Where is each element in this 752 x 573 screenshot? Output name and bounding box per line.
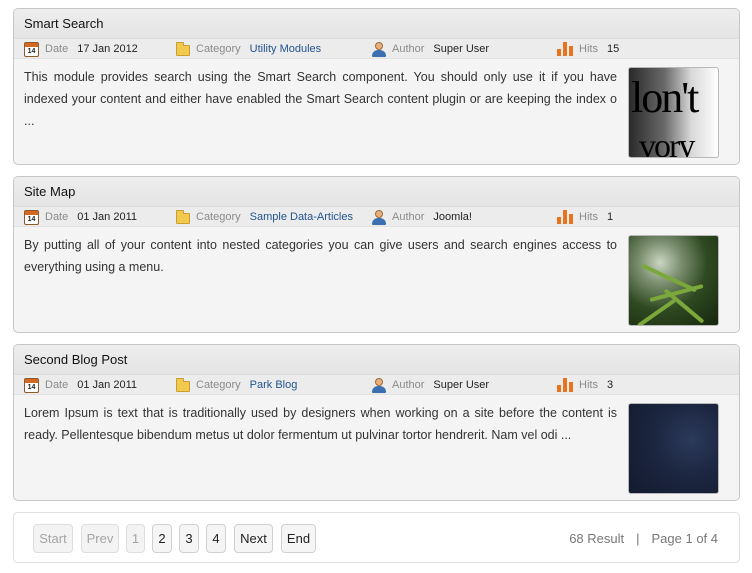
author-value: Joomla! <box>433 211 472 223</box>
category-link[interactable]: Sample Data-Articles <box>250 211 353 223</box>
page-button[interactable]: 3 <box>179 524 199 553</box>
bar-chart-icon <box>557 378 573 392</box>
hits-label: Hits <box>579 43 598 55</box>
hits-label: Hits <box>579 379 598 391</box>
user-icon <box>372 377 386 393</box>
article-item: Second Blog Post 14 Date 01 Jan 2011 Cat… <box>13 344 740 501</box>
article-title[interactable]: Site Map <box>14 177 739 207</box>
article-thumbnail[interactable]: lon't vory <box>628 67 719 158</box>
date-value: 01 Jan 2011 <box>77 211 137 223</box>
article-text: Lorem Ipsum is text that is traditionall… <box>24 406 617 442</box>
date-label: Date <box>45 211 69 223</box>
pagination: Start Prev 1 2 3 4 Next End 68 Result | Pa… <box>13 512 740 563</box>
folder-icon <box>176 41 190 56</box>
date-value: 17 Jan 2012 <box>77 43 138 55</box>
start-button[interactable]: Start <box>33 524 73 553</box>
hits-label: Hits <box>579 211 598 223</box>
prev-button[interactable]: Prev <box>81 524 119 553</box>
article-item: Smart Search 14 Date 17 Jan 2012 Categor… <box>13 8 740 165</box>
article-thumbnail[interactable] <box>628 235 719 326</box>
author-value: Super User <box>433 379 490 391</box>
hits-value: 15 <box>606 43 620 55</box>
category-label: Category <box>196 211 241 223</box>
pagination-separator: | <box>636 531 640 546</box>
folder-icon <box>176 209 190 224</box>
article-meta: 14 Date 01 Jan 2011 Category Sample Data… <box>14 207 739 227</box>
end-button[interactable]: End <box>281 524 316 553</box>
calendar-icon: 14 <box>24 377 39 393</box>
article-text: This module provides search using the Sm… <box>24 70 617 128</box>
author-value: Super User <box>433 43 490 55</box>
user-icon <box>372 41 386 57</box>
date-label: Date <box>45 379 69 391</box>
article-item: Site Map 14 Date 01 Jan 2011 Category Sa… <box>13 176 740 333</box>
page-button[interactable]: 4 <box>206 524 226 553</box>
page-info: Page 1 of 4 <box>651 531 719 546</box>
calendar-icon: 14 <box>24 41 39 57</box>
category-link[interactable]: Park Blog <box>250 379 298 391</box>
article-title[interactable]: Smart Search <box>14 9 739 39</box>
bar-chart-icon <box>557 210 573 224</box>
hits-value: 1 <box>606 211 614 223</box>
date-value: 01 Jan 2011 <box>77 379 137 391</box>
article-thumbnail[interactable] <box>628 403 719 494</box>
pagination-info: 68 Result | Page 1 of 4 <box>569 531 718 546</box>
category-link[interactable]: Utility Modules <box>250 43 322 55</box>
author-label: Author <box>392 379 425 391</box>
calendar-icon: 14 <box>24 209 39 225</box>
bar-chart-icon <box>557 42 573 56</box>
article-meta: 14 Date 01 Jan 2011 Category Park Blog A… <box>14 375 739 395</box>
category-label: Category <box>196 379 241 391</box>
article-meta: 14 Date 17 Jan 2012 Category Utility Mod… <box>14 39 739 59</box>
page-button[interactable]: 2 <box>152 524 172 553</box>
hits-value: 3 <box>606 379 614 391</box>
author-label: Author <box>392 43 425 55</box>
user-icon <box>372 209 386 225</box>
article-text: By putting all of your content into nest… <box>24 238 617 274</box>
result-count: 68 Result <box>569 531 625 546</box>
page-button[interactable]: 1 <box>126 524 145 553</box>
folder-icon <box>176 377 190 392</box>
article-title[interactable]: Second Blog Post <box>14 345 739 375</box>
category-label: Category <box>196 43 241 55</box>
author-label: Author <box>392 211 425 223</box>
next-button[interactable]: Next <box>234 524 273 553</box>
date-label: Date <box>45 43 69 55</box>
